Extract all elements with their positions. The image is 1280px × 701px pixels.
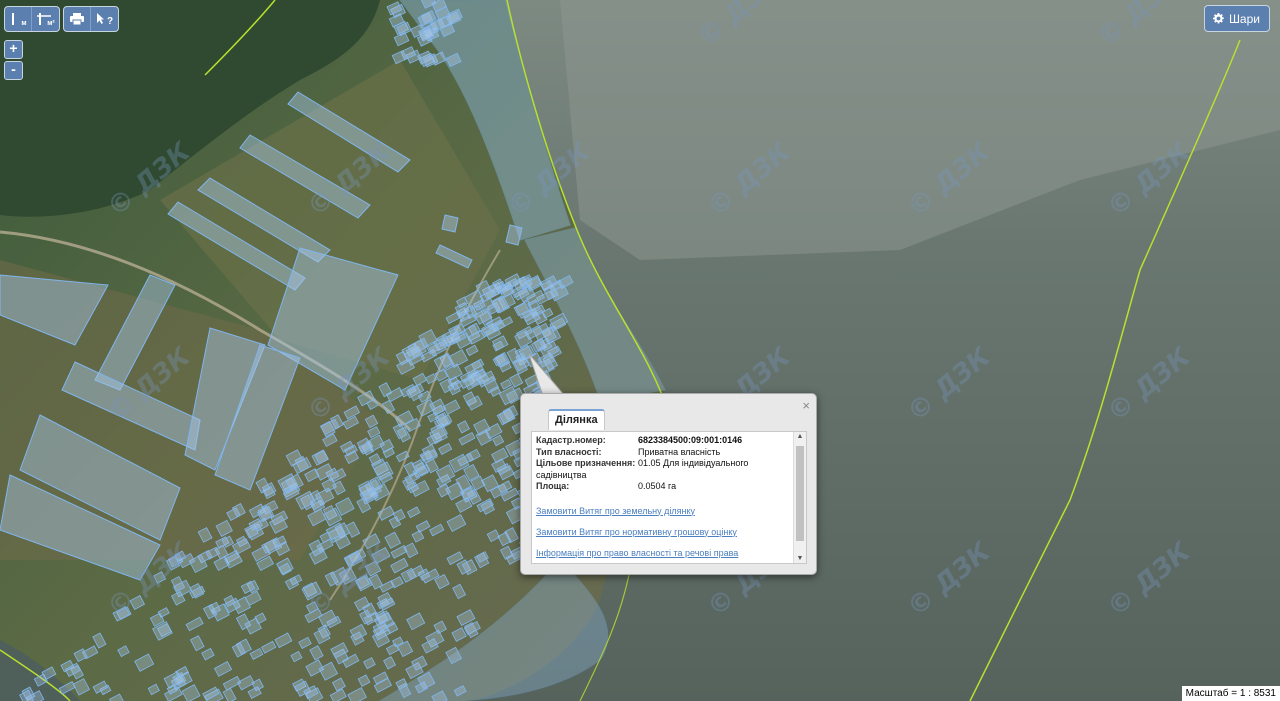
order-parcel-extract-link[interactable]: Замовити Витяг про земельну ділянку <box>536 506 792 516</box>
satellite-imagery <box>0 0 1280 701</box>
field-area: Площа: 0.0504 га <box>536 481 792 493</box>
measure-area-button[interactable]: м² <box>32 7 59 31</box>
scrollbar-thumb[interactable] <box>796 446 804 541</box>
field-purpose: Цільове призначення: 01.05 Для індивідуал… <box>536 458 792 481</box>
field-value: 0.0504 га <box>638 481 677 491</box>
map-scale: Масштаб = 1 : 8531 <box>1181 686 1280 701</box>
close-icon[interactable]: × <box>802 398 810 413</box>
print-button[interactable] <box>64 7 91 31</box>
zoom-control: + - <box>4 40 23 80</box>
ownership-rights-link[interactable]: Інформація про право власності та речові… <box>536 548 792 558</box>
zoom-out-button[interactable]: - <box>4 61 23 80</box>
measure-length-button[interactable]: м <box>5 7 32 31</box>
popup-pointer <box>528 353 567 397</box>
zoom-in-button[interactable]: + <box>4 40 23 59</box>
measure-area-label: м² <box>47 19 55 27</box>
field-label: Площа: <box>536 481 570 491</box>
measure-toolbar: м м² <box>4 6 60 32</box>
field-value: 6823384500:09:001:0146 <box>638 435 743 445</box>
parcel-info: Кадастр.номер: 6823384500:09:001:0146 Ти… <box>536 435 792 558</box>
identify-button[interactable]: ? <box>91 7 118 31</box>
print-icon <box>70 13 84 25</box>
order-valuation-extract-link[interactable]: Замовити Витяг про нормативну грошову оц… <box>536 527 792 537</box>
tab-parcel[interactable]: Ділянка <box>548 409 605 430</box>
field-label: Цільове призначення: <box>536 458 636 468</box>
layers-label: Шари <box>1228 11 1260 26</box>
identify-label: ? <box>106 15 114 27</box>
scroll-down-icon[interactable]: ▼ <box>794 555 806 562</box>
parcel-info-popup: × Ділянка Кадастр.номер: 6823384500:09:0… <box>520 393 817 575</box>
map-canvas[interactable]: © ДЗК © ДЗК © ДЗК © ДЗК © ДЗК © ДЗК © ДЗ… <box>0 0 1280 701</box>
layers-button[interactable]: Шари <box>1203 5 1270 32</box>
pointer-icon <box>96 13 104 24</box>
scroll-up-icon[interactable]: ▲ <box>794 433 806 440</box>
field-cadastral-number: Кадастр.номер: 6823384500:09:001:0146 <box>536 435 792 447</box>
tools-toolbar: ? <box>63 6 119 32</box>
popup-scrollbar[interactable]: ▲ ▼ <box>793 432 806 563</box>
field-label: Кадастр.номер: <box>536 435 606 445</box>
gear-icon <box>1212 13 1224 24</box>
measure-length-label: м <box>21 19 27 27</box>
field-ownership-type: Тип власності: Приватна власність <box>536 447 792 459</box>
field-label: Тип власності: <box>536 446 602 457</box>
field-value: Приватна власність <box>638 446 721 457</box>
popup-content: Кадастр.номер: 6823384500:09:001:0146 Ти… <box>531 431 807 564</box>
